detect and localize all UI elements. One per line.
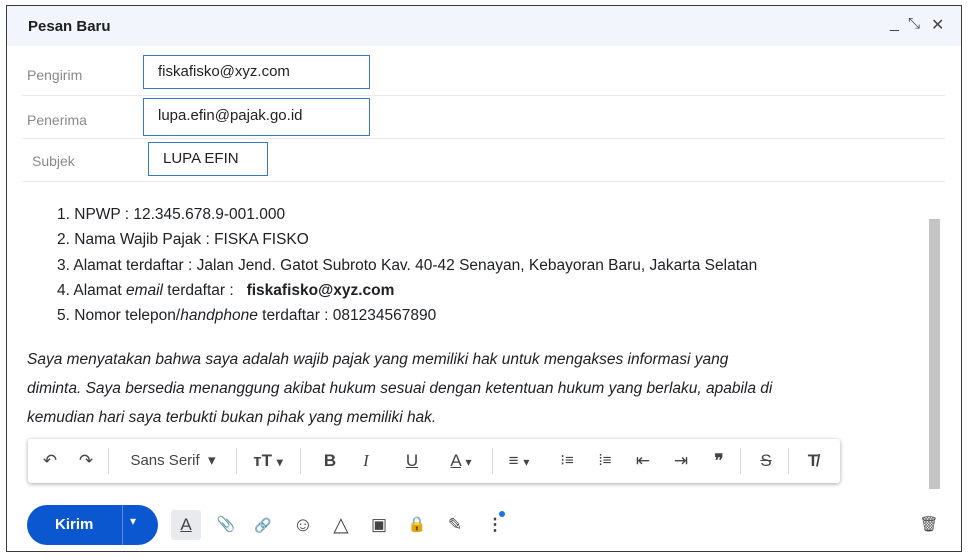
align-select[interactable]: ≡ ▾ (498, 439, 540, 483)
indent-more-icon[interactable]: ⇥ (666, 439, 696, 483)
photo-icon[interactable]: ▣ (365, 510, 393, 540)
emoji-icon[interactable]: ☺ (289, 510, 317, 540)
subject-label: Subjek (32, 153, 75, 169)
separator (492, 448, 493, 474)
recipient-row: Penerima lupa.efin@pajak.go.id (22, 96, 945, 139)
close-icon[interactable]: ✕ (931, 15, 944, 35)
separator (236, 448, 237, 474)
more-options-icon[interactable]: ⋮ (485, 510, 505, 540)
font-family-select[interactable]: Sans Serif ▾ (118, 439, 228, 483)
expand-icon[interactable]: ⤡ (908, 15, 920, 32)
compose-title: Pesan Baru (28, 18, 111, 35)
compose-title-bar[interactable]: Pesan Baru _ ⤡ ✕ (7, 6, 961, 46)
subject-field[interactable]: LUPA EFIN (148, 142, 268, 176)
recipient-label: Penerima (27, 112, 87, 128)
formatting-toolbar: ↶ ↷ Sans Serif ▾ тT ▾ B I U A ▾ ≡ ▾ ⁝≡ ⁞… (28, 439, 840, 483)
subject-row: Subjek LUPA EFIN (22, 139, 945, 182)
sender-row: Pengirim fiskafisko@xyz.com (22, 53, 945, 96)
send-button[interactable]: Kirim (55, 516, 93, 533)
text-color-select[interactable]: A ▾ (438, 439, 484, 483)
recipient-field[interactable]: lupa.efin@pajak.go.id (143, 98, 370, 136)
quote-icon[interactable]: ❞ (704, 439, 734, 483)
scrollbar[interactable] (929, 219, 940, 489)
link-icon[interactable]: 🔗 (249, 510, 277, 540)
send-options-icon[interactable]: ▾ (130, 514, 136, 528)
separator (740, 448, 741, 474)
separator (108, 448, 109, 474)
font-size-icon: тT (253, 451, 272, 470)
format-toggle-icon[interactable]: A (171, 510, 201, 540)
separator (300, 448, 301, 474)
numbered-list-icon[interactable]: ⁝≡ (552, 439, 582, 483)
send-button-group: Kirim ▾ (27, 505, 158, 545)
strikethrough-button[interactable]: S (752, 439, 780, 483)
declaration-paragraph: Saya menyatakan bahwa saya adalah wajib … (27, 351, 773, 426)
redo-icon[interactable]: ↷ (72, 439, 100, 483)
compose-window: Pesan Baru _ ⤡ ✕ Pengirim fiskafisko@xyz… (6, 5, 962, 552)
delete-icon[interactable]: 🗑 (915, 510, 943, 540)
list-item: 3. Alamat terdaftar : Jalan Jend. Gatot … (57, 256, 758, 274)
bullet-list-icon[interactable]: ⁞≡ (590, 439, 620, 483)
underline-button[interactable]: U (400, 439, 424, 483)
text-color-icon: A (450, 451, 461, 470)
notification-dot (499, 511, 505, 517)
attach-icon[interactable]: 📎 (213, 510, 239, 540)
undo-icon[interactable]: ↶ (36, 439, 64, 483)
font-size-select[interactable]: тT ▾ (244, 439, 292, 483)
confidential-icon[interactable]: 🔒 (403, 510, 431, 540)
list-item: 5. Nomor telepon/handphone terdaftar : 0… (57, 307, 437, 325)
drive-icon[interactable]: △ (327, 510, 355, 540)
indent-less-icon[interactable]: ⇤ (628, 439, 658, 483)
minimize-icon[interactable]: _ (890, 15, 899, 33)
list-item: 4. Alamat email terdaftar : fiskafisko@x… (57, 281, 395, 299)
bold-button[interactable]: B (318, 439, 342, 483)
clear-format-icon[interactable]: T̸ (798, 439, 828, 483)
send-divider (122, 505, 123, 545)
list-item: 2. Nama Wajib Pajak : FISKA FISKO (57, 231, 309, 249)
italic-button[interactable]: I (354, 439, 378, 483)
sender-field[interactable]: fiskafisko@xyz.com (143, 55, 370, 89)
list-item: 1. NPWP : 12.345.678.9-001.000 (57, 206, 286, 223)
signature-icon[interactable]: ✎ (441, 510, 469, 540)
sender-label: Pengirim (27, 67, 83, 83)
numbered-list: 1. NPWP : 12.345.678.9-001.000 2. Nama W… (57, 202, 757, 328)
align-icon: ≡ (508, 451, 519, 470)
separator (788, 448, 789, 474)
